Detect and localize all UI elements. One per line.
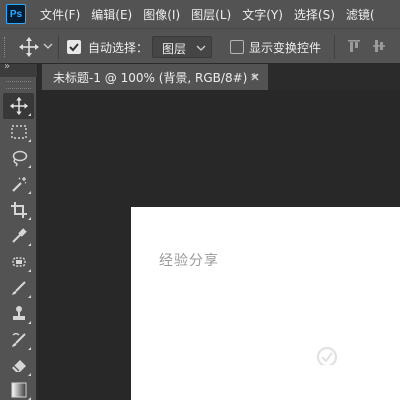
align-vertical-centers-icon[interactable] <box>372 39 386 53</box>
rectangular-marquee-tool[interactable] <box>3 119 34 145</box>
healing-brush-tool[interactable] <box>3 249 34 275</box>
magic-wand-icon <box>11 177 26 192</box>
menu-file[interactable]: 文件(F) <box>40 6 80 23</box>
eyedropper-icon <box>11 228 27 243</box>
align-top-edges-icon[interactable] <box>347 39 361 53</box>
brush-icon <box>11 281 26 295</box>
crop-tool[interactable] <box>3 197 34 223</box>
divider <box>58 35 59 59</box>
auto-select-target-dropdown[interactable]: 图层 <box>152 36 212 58</box>
options-bar: 自动选择： 图层 显示变换控件 <box>0 28 400 64</box>
auto-select-label: 自动选择： <box>88 41 149 55</box>
lasso-icon <box>12 150 27 167</box>
show-transform-label: 显示变换控件 <box>249 41 322 55</box>
auto-select-checkbox[interactable] <box>67 40 81 54</box>
lasso-tool[interactable] <box>3 145 34 171</box>
clone-stamp-tool[interactable] <box>3 301 34 327</box>
history-brush-icon <box>11 332 26 347</box>
stamp-icon <box>12 306 25 320</box>
marquee-icon <box>10 125 27 139</box>
magic-wand-tool[interactable] <box>3 171 34 197</box>
menu-select[interactable]: 选择(S) <box>294 6 335 23</box>
eraser-tool[interactable] <box>3 353 34 379</box>
menu-filter[interactable]: 滤镜( <box>346 6 375 23</box>
chevron-down-icon[interactable] <box>43 41 53 51</box>
menu-bar: Ps 文件(F) 编辑(E) 图像(I) 图层(L) 文字(Y) 选择(S) 滤… <box>0 0 400 28</box>
eraser-icon <box>11 360 26 372</box>
toolbar-grip[interactable] <box>6 81 31 89</box>
healing-icon <box>11 257 26 267</box>
eyedropper-tool[interactable] <box>3 223 34 249</box>
close-icon[interactable] <box>250 72 260 82</box>
tools-panel <box>0 77 37 400</box>
document-tab-title: 未标题-1 @ 100% (背景, RGB/8#) * <box>53 70 258 85</box>
menu-edit[interactable]: 编辑(E) <box>91 6 132 23</box>
move-tool[interactable] <box>3 93 34 119</box>
history-brush-tool[interactable] <box>3 327 34 353</box>
watermark-logo <box>316 346 338 365</box>
move-icon <box>9 96 28 116</box>
document-workspace: 经验分享 <box>38 90 400 400</box>
crop-icon <box>10 202 27 218</box>
document-canvas[interactable]: 经验分享 <box>131 207 400 400</box>
gradient-tool[interactable] <box>3 377 34 400</box>
menu-layer[interactable]: 图层(L) <box>191 6 231 23</box>
options-bar-grip[interactable] <box>4 37 6 57</box>
checkmark-icon <box>69 43 79 52</box>
toolbar-header: » <box>0 61 37 77</box>
dropdown-value: 图层 <box>162 42 187 56</box>
divider <box>334 35 335 59</box>
watermark-text: 经验分享 <box>159 253 219 269</box>
menu-type[interactable]: 文字(Y) <box>242 6 283 23</box>
show-transform-checkbox[interactable] <box>230 40 244 54</box>
photoshop-logo[interactable]: Ps <box>6 4 26 24</box>
move-icon[interactable] <box>18 36 40 58</box>
brush-tool[interactable] <box>3 275 34 301</box>
chevron-down-icon <box>196 45 206 51</box>
gradient-icon <box>11 382 26 398</box>
document-tab-strip: 未标题-1 @ 100% (背景, RGB/8#) * <box>38 64 400 90</box>
menu-image[interactable]: 图像(I) <box>143 6 180 23</box>
collapse-panel-icon[interactable]: » <box>4 61 10 72</box>
document-tab[interactable]: 未标题-1 @ 100% (背景, RGB/8#) * <box>42 64 268 90</box>
